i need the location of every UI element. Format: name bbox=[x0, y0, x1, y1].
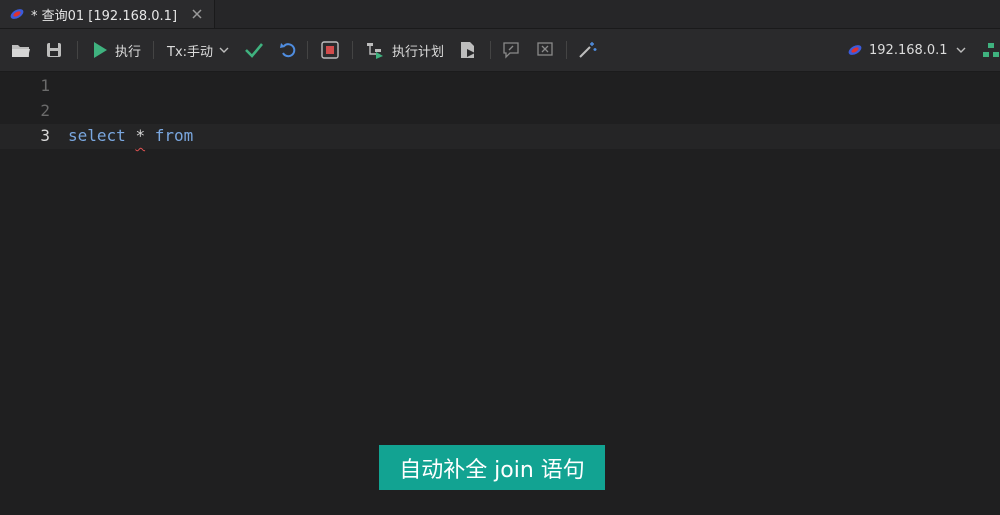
execute-button[interactable]: 执行 bbox=[92, 39, 141, 61]
code-line[interactable]: select * from bbox=[68, 126, 193, 145]
line-number: 2 bbox=[40, 101, 50, 120]
stop-button[interactable] bbox=[321, 39, 339, 61]
folder-icon bbox=[12, 45, 30, 57]
tab-bar: * 查询01 [192.168.0.1] bbox=[0, 0, 1000, 29]
toolbar-divider bbox=[566, 41, 567, 59]
caption-banner: 自动补全 join 语句 bbox=[379, 445, 605, 490]
tx-mode-dropdown[interactable]: Tx:手动 bbox=[167, 39, 231, 61]
check-icon bbox=[245, 43, 263, 58]
close-icon[interactable] bbox=[189, 6, 205, 22]
explain-plan-button[interactable]: 执行计划 bbox=[366, 39, 444, 61]
database-icon bbox=[9, 6, 25, 22]
tab-title: * 查询01 [192.168.0.1] bbox=[31, 8, 178, 24]
rollback-button[interactable] bbox=[279, 39, 297, 61]
database-icon bbox=[848, 45, 862, 55]
chevron-down-icon bbox=[219, 47, 229, 53]
export-button[interactable] bbox=[459, 39, 477, 61]
line-number: 1 bbox=[40, 76, 50, 95]
schema-icon bbox=[983, 43, 999, 57]
beautify-button[interactable] bbox=[578, 39, 598, 61]
toolbar-divider bbox=[352, 41, 353, 59]
query-tab[interactable]: * 查询01 [192.168.0.1] bbox=[0, 0, 215, 28]
explain-plan-label: 执行计划 bbox=[392, 44, 445, 60]
stop-icon bbox=[321, 41, 339, 59]
toolbar-divider bbox=[490, 41, 491, 59]
save-button[interactable] bbox=[45, 39, 63, 61]
connection-label: 192.168.0.1 bbox=[869, 42, 948, 58]
open-folder-button[interactable] bbox=[10, 39, 32, 61]
comment-button[interactable] bbox=[502, 39, 520, 61]
magic-wand-icon bbox=[579, 42, 597, 58]
undo-icon bbox=[280, 43, 296, 58]
toolbar: 执行 Tx:手动 执行计划 192.168.0.1 bbox=[0, 29, 1000, 72]
line-number: 3 bbox=[40, 126, 50, 145]
toolbar-divider bbox=[153, 41, 154, 59]
connection-selector[interactable]: 192.168.0.1 bbox=[847, 39, 968, 61]
comment-icon bbox=[503, 42, 519, 59]
schema-selector[interactable] bbox=[982, 39, 1000, 61]
commit-button[interactable] bbox=[244, 39, 264, 61]
uncomment-button[interactable] bbox=[536, 39, 554, 61]
close-box-icon bbox=[537, 42, 553, 56]
toolbar-divider bbox=[77, 41, 78, 59]
save-icon bbox=[47, 43, 61, 57]
sql-keyword: select bbox=[68, 126, 126, 145]
execution-plan-icon bbox=[367, 43, 383, 59]
tx-mode-label: Tx:手动 bbox=[167, 44, 214, 60]
play-icon bbox=[94, 42, 107, 58]
sql-wildcard: * bbox=[135, 126, 146, 145]
chevron-down-icon bbox=[956, 47, 966, 53]
toolbar-divider bbox=[307, 41, 308, 59]
sql-keyword: from bbox=[154, 126, 194, 145]
execute-label: 执行 bbox=[115, 44, 142, 60]
document-export-icon bbox=[461, 42, 475, 58]
line-number-gutter: 1 2 3 bbox=[0, 72, 60, 515]
